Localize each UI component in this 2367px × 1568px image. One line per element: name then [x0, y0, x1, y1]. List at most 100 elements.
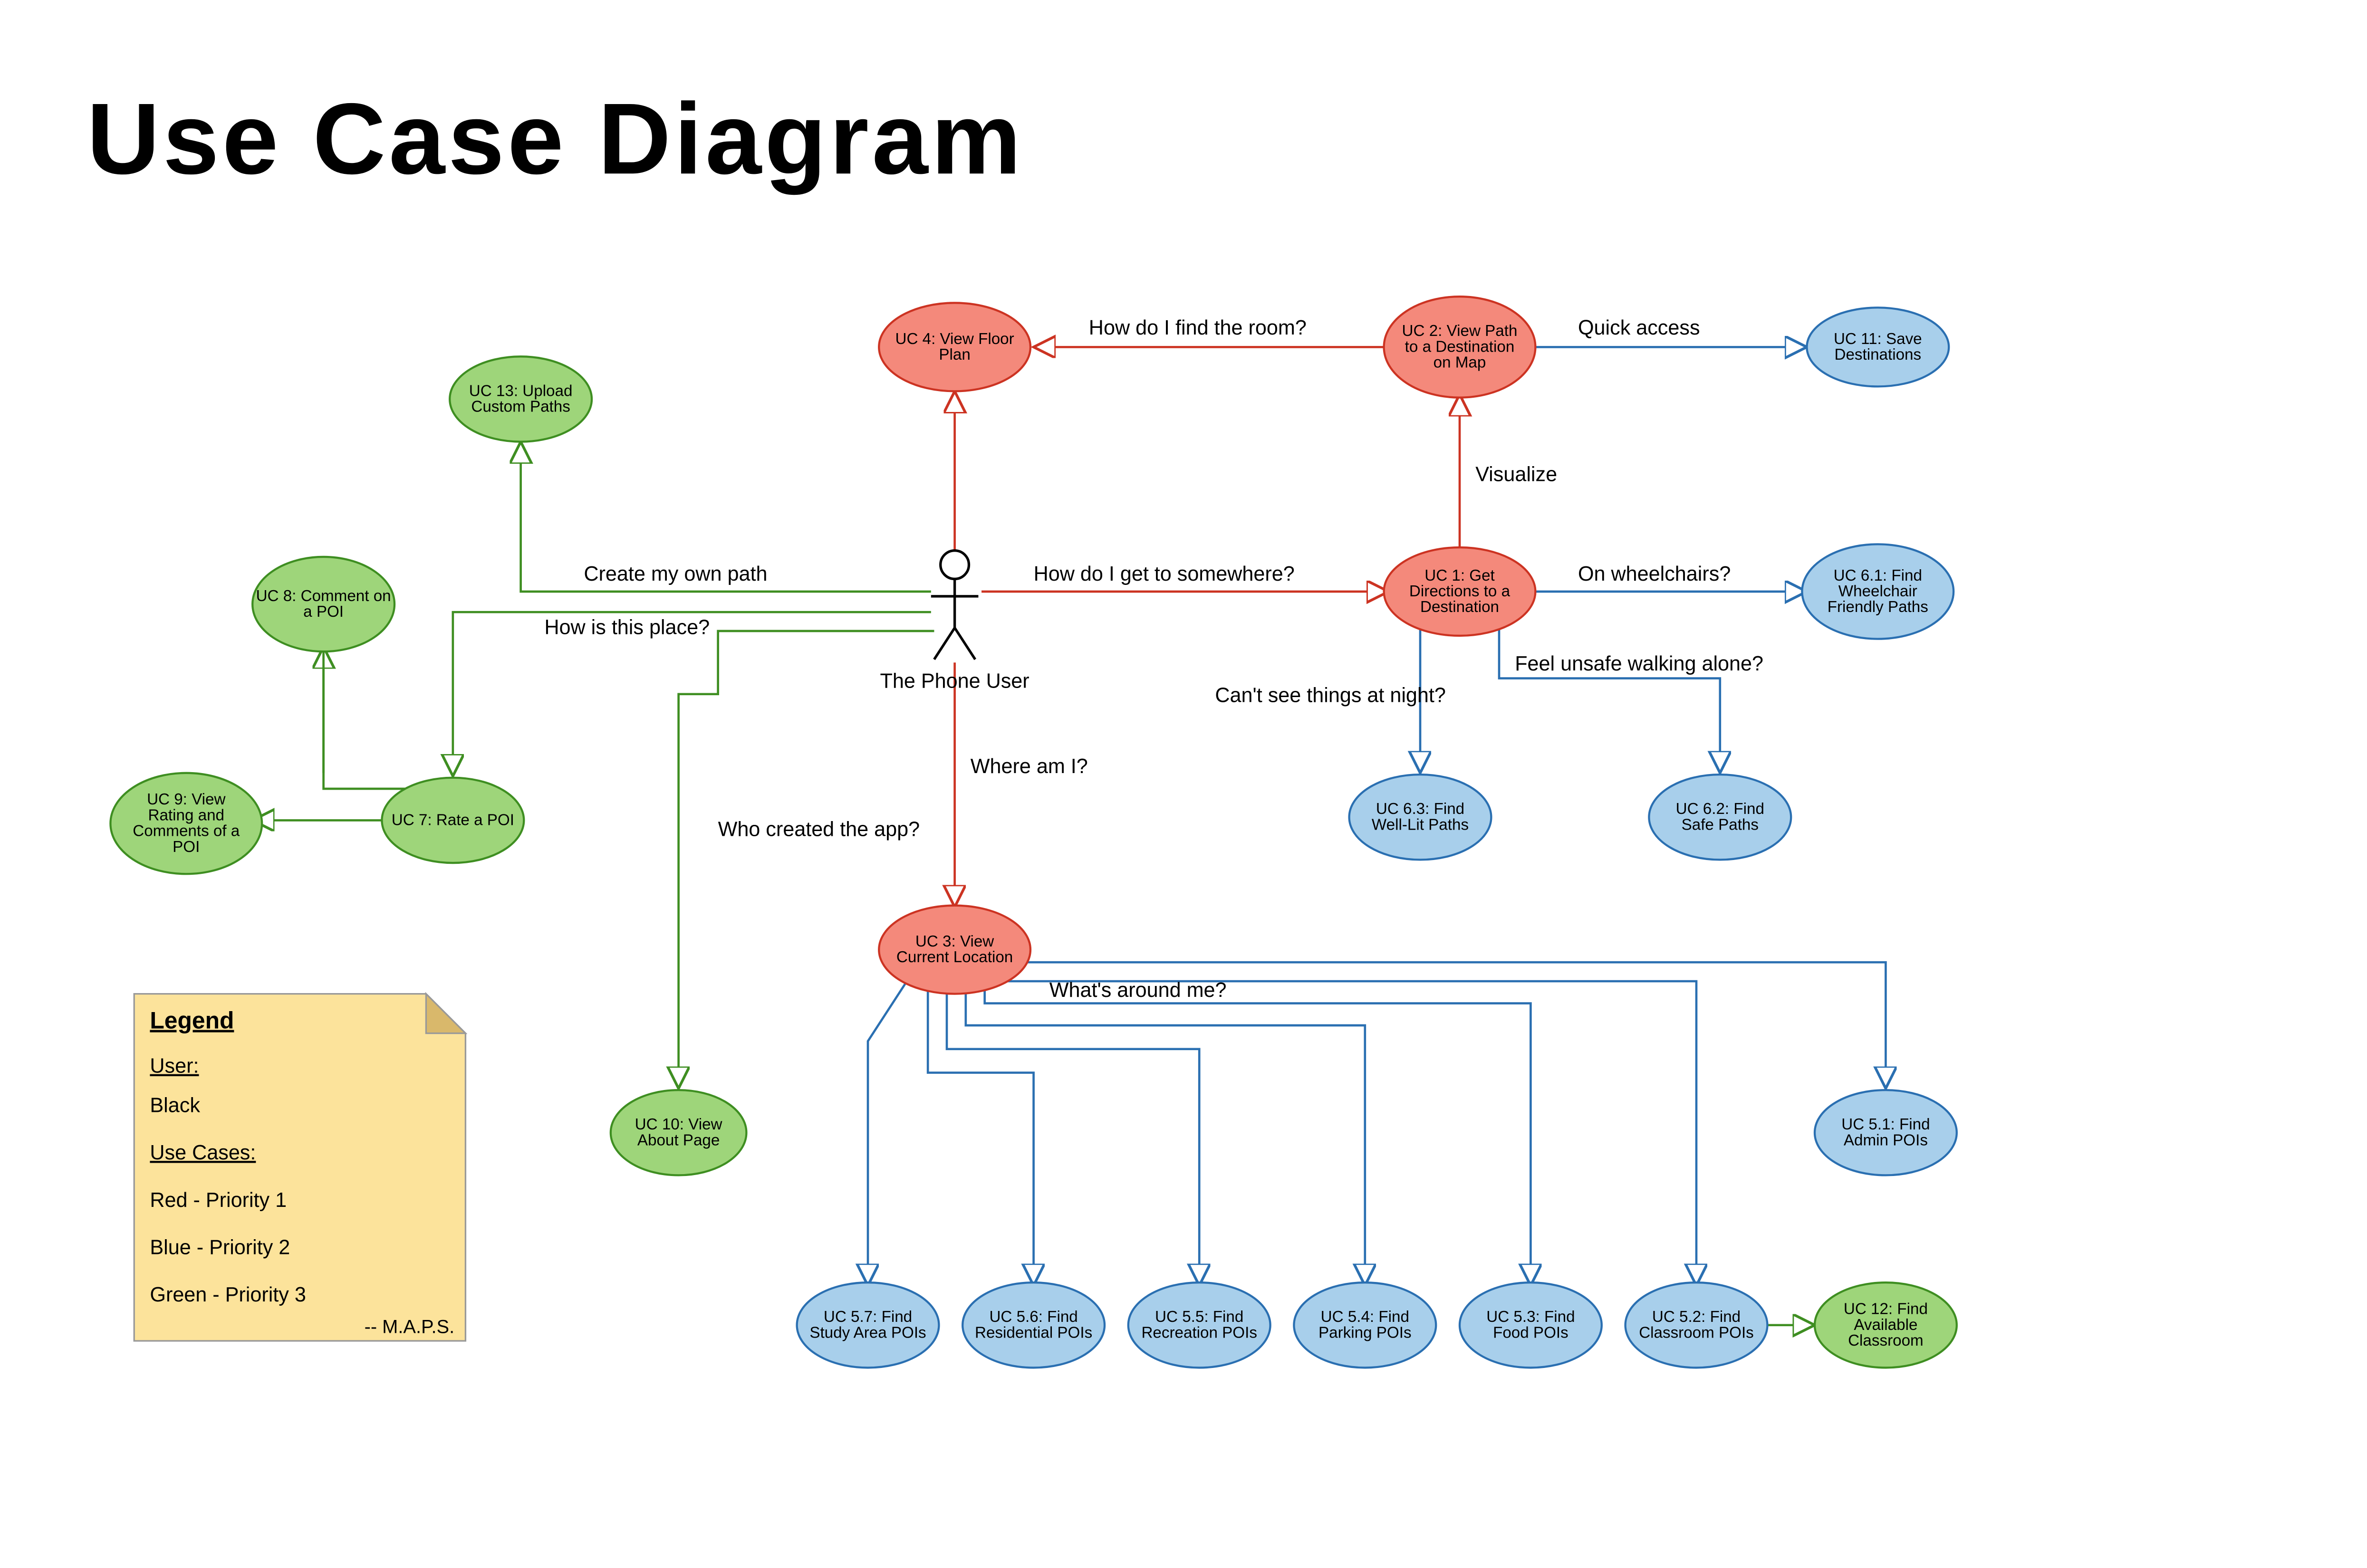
use-case-uc3: UC 3: ViewCurrent Location	[879, 906, 1030, 994]
label-uc1-uc61: On wheelchairs?	[1578, 563, 1731, 585]
use-case-uc4-label-line1: Plan	[939, 346, 970, 363]
use-case-uc10-label-line1: About Page	[637, 1131, 720, 1149]
edge-uc3-uc55	[947, 991, 1199, 1286]
use-case-uc12-label-line0: UC 12: Find	[1844, 1300, 1928, 1318]
legend-row-5: Green - Priority 3	[150, 1283, 306, 1306]
use-case-uc3-label-line0: UC 3: View	[915, 933, 994, 950]
use-case-uc57: UC 5.7: FindStudy Area POIs	[797, 1282, 939, 1367]
use-case-uc11: UC 11: SaveDestinations	[1807, 307, 1949, 386]
use-case-uc54: UC 5.4: FindParking POIs	[1294, 1282, 1436, 1367]
edge-user-uc10	[679, 631, 934, 1089]
use-case-uc11-label-line1: Destinations	[1834, 346, 1921, 363]
edge-uc3-uc57	[868, 978, 909, 1285]
use-case-uc61-label-line1: Wheelchair	[1838, 583, 1917, 600]
label-uc2-uc11: Quick access	[1578, 316, 1700, 339]
label-uc1-uc63: Can't see things at night?	[1215, 684, 1446, 707]
edge-labels: How do I find the room? Quick access Vis…	[544, 316, 1763, 1002]
use-case-uc9-label-line2: Comments of a	[133, 822, 240, 840]
diagram-title: Use Case Diagram	[87, 83, 1024, 195]
label-user-uc1: How do I get to somewhere?	[1034, 563, 1295, 585]
use-case-uc63-label-line1: Well-Lit Paths	[1372, 816, 1469, 833]
actor-label: The Phone User	[880, 670, 1030, 693]
use-case-uc61-label-line2: Friendly Paths	[1828, 598, 1928, 616]
use-case-uc62-label-line0: UC 6.2: Find	[1676, 800, 1764, 818]
legend-row-3: Red - Priority 1	[150, 1189, 287, 1212]
use-case-uc9-label-line0: UC 9: View	[147, 791, 226, 808]
use-case-uc51-label-line0: UC 5.1: Find	[1841, 1116, 1930, 1133]
use-case-uc56-label-line0: UC 5.6: Find	[989, 1308, 1078, 1326]
use-case-uc55-label-line0: UC 5.5: Find	[1155, 1308, 1243, 1326]
label-uc1-uc62: Feel unsafe walking alone?	[1515, 652, 1763, 675]
use-case-uc51-label-line1: Admin POIs	[1844, 1131, 1928, 1149]
use-case-uc1: UC 1: GetDirections to aDestination	[1384, 547, 1536, 636]
use-case-uc55: UC 5.5: FindRecreation POIs	[1128, 1282, 1270, 1367]
use-case-uc52-label-line1: Classroom POIs	[1639, 1324, 1754, 1341]
use-case-uc2: UC 2: View Pathto a Destinationon Map	[1384, 296, 1536, 397]
use-case-uc1-label-line2: Destination	[1420, 598, 1499, 616]
use-case-uc1-label-line1: Directions to a	[1409, 583, 1511, 600]
use-case-uc11-label-line0: UC 11: Save	[1834, 330, 1922, 348]
use-case-uc9-label-line1: Rating and	[148, 806, 224, 824]
label-user-uc13: Create my own path	[584, 563, 767, 585]
edge-uc3-uc52	[1004, 978, 1696, 1285]
legend-signature: -- M.A.P.S.	[365, 1316, 455, 1337]
use-case-uc2-label-line0: UC 2: View Path	[1402, 322, 1518, 340]
use-case-uc52: UC 5.2: FindClassroom POIs	[1626, 1282, 1768, 1367]
legend-row-1: Black	[150, 1094, 200, 1117]
label-user-uc3: Where am I?	[971, 755, 1088, 778]
label-user-uc7: How is this place?	[544, 616, 710, 639]
use-case-uc61-label-line0: UC 6.1: Find	[1834, 567, 1922, 584]
legend-title: Legend	[150, 1007, 234, 1034]
label-uc2-uc4: How do I find the room?	[1089, 316, 1307, 339]
use-case-uc56-label-line1: Residential POIs	[975, 1324, 1092, 1341]
use-case-uc53-label-line0: UC 5.3: Find	[1486, 1308, 1575, 1326]
label-uc3-fan: What's around me?	[1049, 979, 1227, 1002]
edge-uc1-uc62	[1499, 628, 1720, 773]
use-case-uc12-label-line1: Available	[1854, 1316, 1917, 1334]
legend-row-4: Blue - Priority 2	[150, 1236, 290, 1259]
use-case-uc13-label-line1: Custom Paths	[471, 398, 570, 416]
use-case-uc55-label-line1: Recreation POIs	[1141, 1324, 1257, 1341]
use-case-uc9: UC 9: ViewRating andComments of aPOI	[110, 773, 262, 874]
actor-phone-user	[931, 551, 979, 660]
use-case-uc10-label-line0: UC 10: View	[635, 1116, 723, 1133]
use-case-uc12: UC 12: FindAvailableClassroom	[1815, 1282, 1957, 1367]
legend-row-2: Use Cases:	[150, 1141, 256, 1164]
use-case-diagram-canvas: Use Case Diagram	[0, 0, 2367, 1562]
use-case-uc2-label-line1: to a Destination	[1405, 338, 1515, 355]
use-case-uc8: UC 8: Comment ona POI	[252, 557, 394, 651]
use-case-uc62-label-line1: Safe Paths	[1682, 816, 1759, 833]
use-case-uc61: UC 6.1: FindWheelchairFriendly Paths	[1802, 544, 1953, 639]
edge-uc3-uc53	[985, 986, 1531, 1286]
use-case-uc52-label-line0: UC 5.2: Find	[1652, 1308, 1741, 1326]
use-case-uc56: UC 5.6: FindResidential POIs	[962, 1282, 1105, 1367]
legend-note: Legend User: Black Use Cases: Red - Prio…	[134, 994, 465, 1341]
use-case-uc57-label-line0: UC 5.7: Find	[824, 1308, 912, 1326]
label-uc1-uc2: Visualize	[1475, 463, 1557, 486]
use-case-uc8-label-line1: a POI	[303, 603, 344, 621]
use-case-uc4: UC 4: View FloorPlan	[879, 303, 1030, 391]
use-case-uc63: UC 6.3: FindWell-Lit Paths	[1349, 774, 1491, 860]
use-case-uc54-label-line1: Parking POIs	[1318, 1324, 1412, 1341]
use-case-uc12-label-line2: Classroom	[1848, 1332, 1924, 1349]
use-case-uc53: UC 5.3: FindFood POIs	[1460, 1282, 1602, 1367]
label-user-uc10: Who created the app?	[718, 818, 920, 841]
use-case-uc51: UC 5.1: FindAdmin POIs	[1815, 1090, 1957, 1175]
use-case-uc62: UC 6.2: FindSafe Paths	[1649, 774, 1791, 860]
edge-uc7-uc8	[324, 647, 415, 789]
edge-uc3-uc56	[928, 986, 1033, 1286]
use-case-uc3-label-line1: Current Location	[896, 948, 1013, 966]
edge-uc3-uc54	[966, 991, 1365, 1286]
legend-row-0: User:	[150, 1055, 199, 1078]
use-case-uc10: UC 10: ViewAbout Page	[611, 1090, 747, 1175]
use-case-uc57-label-line1: Study Area POIs	[809, 1324, 926, 1341]
use-case-uc9-label-line3: POI	[173, 838, 200, 856]
use-case-uc53-label-line1: Food POIs	[1493, 1324, 1568, 1341]
use-case-uc13-label-line0: UC 13: Upload	[469, 382, 573, 400]
use-case-uc8-label-line0: UC 8: Comment on	[256, 587, 391, 605]
use-case-uc7: UC 7: Rate a POI	[382, 778, 524, 863]
use-case-uc7-label-line0: UC 7: Rate a POI	[392, 811, 514, 829]
use-case-uc2-label-line2: on Map	[1434, 354, 1486, 372]
use-case-uc63-label-line0: UC 6.3: Find	[1376, 800, 1464, 818]
use-case-uc4-label-line0: UC 4: View Floor	[895, 330, 1014, 348]
